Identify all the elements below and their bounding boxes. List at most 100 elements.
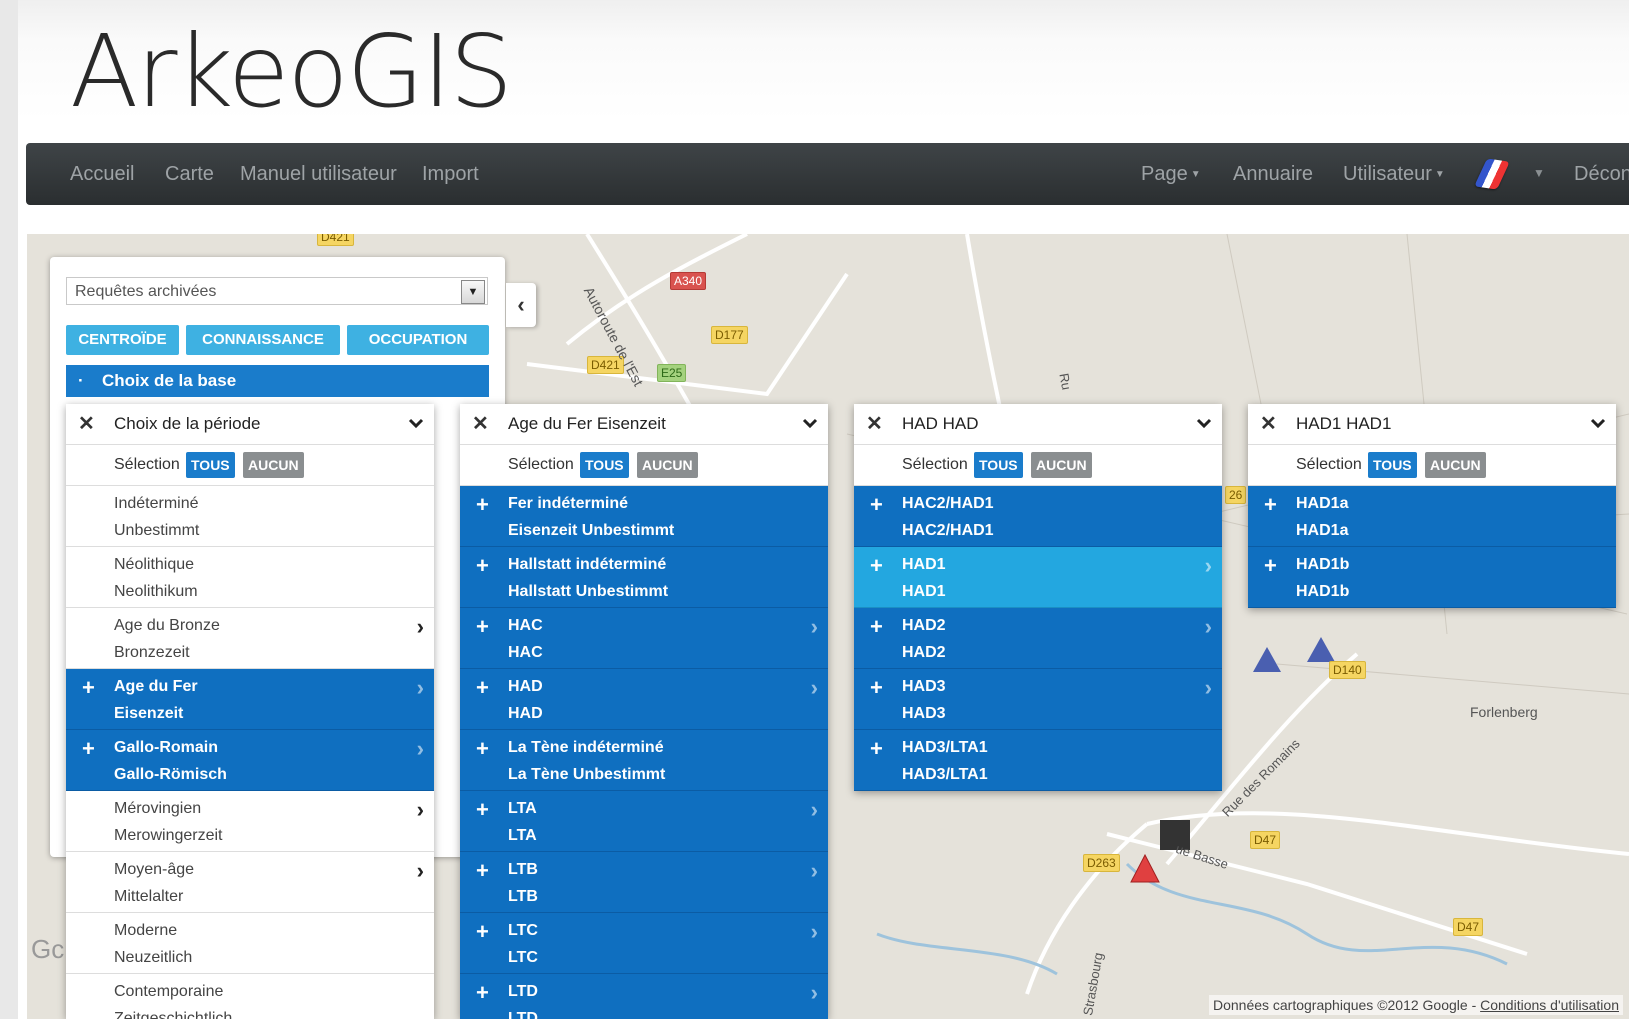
place-label: Ru <box>1056 372 1075 391</box>
select-none-button[interactable]: AUCUN <box>1425 452 1486 478</box>
plus-icon: + <box>82 675 95 700</box>
plus-icon: + <box>476 919 489 944</box>
plus-icon: + <box>870 553 883 578</box>
list-item[interactable]: + LTD LTD › <box>460 974 828 1019</box>
select-arrow-icon[interactable]: ▼ <box>461 280 485 304</box>
nav-accueil[interactable]: Accueil <box>70 143 134 205</box>
filter-occupation-button[interactable]: OCCUPATION <box>347 325 489 355</box>
list-item[interactable]: + HAD1 HAD1 › <box>854 547 1222 608</box>
nav-annuaire[interactable]: Annuaire <box>1233 143 1313 205</box>
road-label: 26 <box>1225 486 1247 504</box>
list-item[interactable]: + LTA LTA › <box>460 791 828 852</box>
chevron-right-icon: › <box>1204 675 1212 700</box>
plus-icon: + <box>870 675 883 700</box>
list-item[interactable]: +HAC2/HAD1HAC2/HAD1› <box>854 486 1222 547</box>
list-item[interactable]: +HAD3/LTA1HAD3/LTA1› <box>854 730 1222 791</box>
list-item[interactable]: + HAD HAD › <box>460 669 828 730</box>
select-none-button[interactable]: AUCUN <box>637 452 698 478</box>
base-choice-bar[interactable]: · Choix de la base <box>66 365 489 397</box>
chevron-down-icon[interactable] <box>802 415 818 431</box>
selection-label: Sélection <box>902 456 968 473</box>
nav-import[interactable]: Import <box>422 143 479 205</box>
item-label-de: Neolithikum <box>114 583 198 600</box>
list-item[interactable]: +HAD1aHAD1a› <box>1248 486 1616 547</box>
road-label: A340 <box>670 272 707 290</box>
chevron-down-icon[interactable] <box>408 415 424 431</box>
list-item[interactable]: +MérovingienMerowingerzeit› <box>66 791 434 852</box>
nav-logout[interactable]: Décon <box>1574 143 1629 205</box>
list-item[interactable]: +NéolithiqueNeolithikum› <box>66 547 434 608</box>
list-item[interactable]: +ContemporaineZeitgeschichtlich› <box>66 974 434 1019</box>
select-all-button[interactable]: TOUS <box>974 452 1023 478</box>
list-item[interactable]: +Fer indéterminéEisenzeit Unbestimmt› <box>460 486 828 547</box>
column-header: ✕ Age du Fer Eisenzeit <box>460 404 828 445</box>
map-credit-text: Données cartographiques ©2012 Google - <box>1212 997 1477 1013</box>
close-icon[interactable]: ✕ <box>472 404 489 444</box>
filter-connaissance-button[interactable]: CONNAISSANCE <box>186 325 340 355</box>
select-none-button[interactable]: AUCUN <box>243 452 304 478</box>
period-column: ✕ Choix de la période Sélection TOUS AUCUN + I… <box>66 404 434 1019</box>
list-item[interactable]: +IndéterminéUnbestimmt› <box>66 486 434 547</box>
site-marker-blue[interactable] <box>1253 647 1281 672</box>
list-item[interactable]: + Age du Fer Eisenzeit › <box>66 669 434 730</box>
plus-icon: + <box>1264 492 1277 517</box>
select-all-button[interactable]: TOUS <box>580 452 629 478</box>
archived-queries-select[interactable]: Requêtes archivées ▼ <box>66 277 488 305</box>
list-item[interactable]: + HAC HAC › <box>460 608 828 669</box>
item-label-fr: HAD1b <box>1296 556 1350 573</box>
item-label-fr: LTA <box>508 800 537 817</box>
item-label-de: LTB <box>508 888 538 905</box>
main-navbar: Accueil Carte Manuel utilisateur Import … <box>26 143 1629 205</box>
item-label-fr: Age du Bronze <box>114 617 220 634</box>
map-terms-link[interactable]: Conditions d'utilisation <box>1480 997 1619 1013</box>
list-item[interactable]: + HAD3 HAD3 › <box>854 669 1222 730</box>
item-label-fr: Indéterminé <box>114 495 199 512</box>
item-label-de: Merowingerzeit <box>114 827 223 844</box>
list-item[interactable]: +Moyen-âgeMittelalter› <box>66 852 434 913</box>
list-item[interactable]: +HAD1bHAD1b› <box>1248 547 1616 608</box>
nav-page-dropdown[interactable]: Page ▼ <box>1141 143 1201 206</box>
list-item[interactable]: + HAD2 HAD2 › <box>854 608 1222 669</box>
item-label-de: HAD1b <box>1296 583 1350 600</box>
chevron-right-icon: › <box>416 675 424 700</box>
item-label-de: Eisenzeit <box>114 705 184 722</box>
site-marker-blue[interactable] <box>1307 637 1335 662</box>
site-logo[interactable]: ArkeoGIS <box>70 22 513 122</box>
column-header: ✕ HAD1 HAD1 <box>1248 404 1616 445</box>
list-item[interactable]: +La Tène indéterminéLa Tène Unbestimmt› <box>460 730 828 791</box>
column-title: HAD HAD <box>902 414 979 433</box>
item-label-de: HAD3/LTA1 <box>902 766 988 783</box>
close-icon[interactable]: ✕ <box>866 404 883 444</box>
selection-label: Sélection <box>1296 456 1362 473</box>
panel-collapse-button[interactable]: ‹ <box>506 283 536 327</box>
close-icon[interactable]: ✕ <box>78 404 95 444</box>
plus-icon: + <box>870 614 883 639</box>
chevron-right-icon: › <box>810 858 818 883</box>
site-marker-red[interactable] <box>1130 853 1160 883</box>
road-label: D421 <box>317 234 354 246</box>
chevron-down-icon[interactable] <box>1590 415 1606 431</box>
select-all-button[interactable]: TOUS <box>186 452 235 478</box>
chevron-down-icon[interactable] <box>1196 415 1212 431</box>
select-all-button[interactable]: TOUS <box>1368 452 1417 478</box>
list-item[interactable]: + LTB LTB › <box>460 852 828 913</box>
archived-queries-label: Requêtes archivées <box>75 283 217 300</box>
close-icon[interactable]: ✕ <box>1260 404 1277 444</box>
item-label-de: Hallstatt Unbestimmt <box>508 583 669 600</box>
language-caret-icon[interactable]: ▼ <box>1533 166 1545 180</box>
nav-carte[interactable]: Carte <box>165 143 214 205</box>
list-item[interactable]: + Hallstatt indéterminé Hallstatt Unbestim… <box>460 547 828 608</box>
select-none-button[interactable]: AUCUN <box>1031 452 1092 478</box>
google-logo: Gc <box>31 934 65 964</box>
list-item[interactable]: + Gallo-Romain Gallo-Römisch › <box>66 730 434 791</box>
filter-centroide-button[interactable]: CENTROÏDE <box>66 325 179 355</box>
list-item[interactable]: +ModerneNeuzeitlich› <box>66 913 434 974</box>
list-item[interactable]: +Age du BronzeBronzezeit› <box>66 608 434 669</box>
item-label-fr: LTB <box>508 861 538 878</box>
list-item[interactable]: + LTC LTC › <box>460 913 828 974</box>
column-title: HAD1 HAD1 <box>1296 414 1392 433</box>
column-header: ✕ HAD HAD <box>854 404 1222 445</box>
nav-utilisateur-dropdown[interactable]: Utilisateur ▼ <box>1343 143 1445 206</box>
chevron-right-icon: › <box>416 797 424 822</box>
nav-manuel[interactable]: Manuel utilisateur <box>240 143 397 205</box>
